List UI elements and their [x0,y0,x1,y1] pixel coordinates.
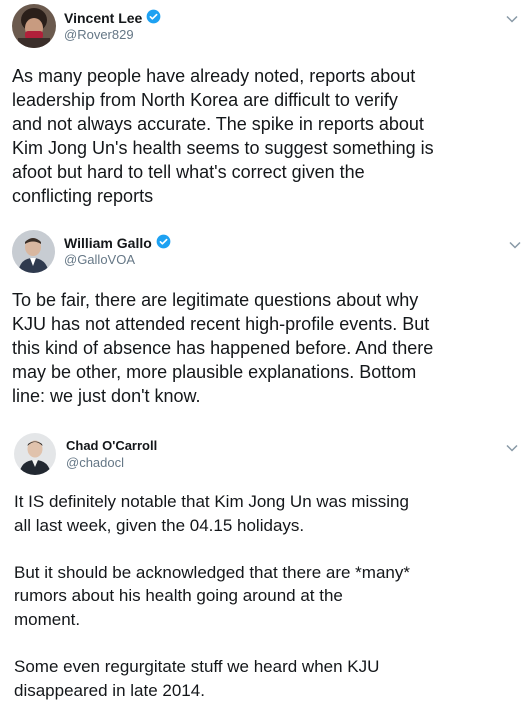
tweet-text: As many people have already noted, repor… [12,66,434,206]
display-name[interactable]: William Gallo [64,234,171,252]
tweet-vincent-lee: Vincent Lee @Rover829 As many people hav… [0,0,525,230]
avatar[interactable] [12,4,56,48]
user-handle[interactable]: @GalloVOA [64,252,135,267]
user-handle[interactable]: @chadocl [66,455,124,470]
avatar[interactable] [12,230,55,273]
user-handle[interactable]: @Rover829 [64,27,134,42]
chevron-down-icon[interactable] [506,439,518,457]
display-name[interactable]: Chad O'Carroll [66,438,157,453]
verified-badge-icon [156,234,171,252]
tweet-william-gallo: William Gallo @GalloVOA To be fair, ther… [0,225,525,425]
chevron-down-icon[interactable] [509,236,521,254]
avatar[interactable] [14,433,56,475]
display-name[interactable]: Vincent Lee [64,9,161,27]
tweet-chad-ocarroll: Chad O'Carroll @chadocl It IS definitely… [0,428,525,727]
tweet-text: It IS definitely notable that Kim Jong U… [14,492,410,700]
verified-badge-icon [146,9,161,27]
chevron-down-icon[interactable] [506,10,518,28]
tweet-text: To be fair, there are legitimate questio… [12,290,434,406]
